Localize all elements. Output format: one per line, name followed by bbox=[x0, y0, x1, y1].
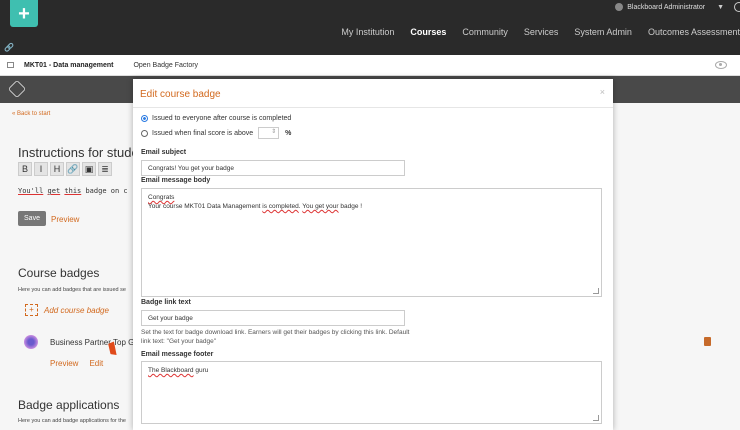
top-header: + Blackboard Administrator ▼ My Institut… bbox=[0, 0, 740, 55]
list-button[interactable]: ≣ bbox=[98, 162, 112, 176]
email-subject-input[interactable]: Congrats! You get your badge bbox=[141, 160, 405, 176]
plus-icon: + bbox=[25, 304, 38, 316]
badge-item: Business Partner Top Guru bbox=[24, 335, 146, 349]
breadcrumb-page: Open Badge Factory bbox=[133, 61, 199, 69]
option-score[interactable]: Issued when final score is above ⇕ % bbox=[141, 127, 291, 139]
course-menu-icon[interactable] bbox=[7, 62, 14, 68]
instructions-heading: Instructions for student bbox=[18, 145, 150, 160]
nav-my-institution[interactable]: My Institution bbox=[341, 27, 394, 37]
dialog-divider bbox=[133, 107, 613, 108]
eye-icon[interactable] bbox=[715, 61, 727, 69]
email-body-line: Congrats bbox=[148, 194, 175, 201]
link-icon[interactable]: 🔗 bbox=[4, 43, 14, 52]
editor-toolbar: B I H 🔗 ▣ ≣ bbox=[18, 162, 112, 176]
radio-score[interactable] bbox=[141, 129, 148, 137]
option-completed-label: Issued to everyone after course is compl… bbox=[152, 115, 292, 122]
badge-preview-link[interactable]: Preview bbox=[50, 359, 78, 368]
badge-link-input[interactable]: Get your badge bbox=[141, 310, 405, 326]
breadcrumb: MKT01 - Data management Open Badge Facto… bbox=[0, 55, 740, 76]
score-stepper[interactable]: ⇕ bbox=[258, 127, 280, 139]
home-logo[interactable]: + bbox=[10, 0, 38, 27]
email-footer-textarea[interactable]: The Blackboard guru bbox=[141, 361, 602, 424]
badge-actions: Preview Edit bbox=[50, 359, 103, 368]
power-icon[interactable] bbox=[734, 2, 740, 12]
heading-button[interactable]: H bbox=[50, 162, 64, 176]
bold-button[interactable]: B bbox=[18, 162, 32, 176]
add-course-badge-label: Add course badge bbox=[44, 305, 109, 315]
body-text: You get your bbox=[302, 203, 339, 210]
email-footer-label: Email message footer bbox=[141, 351, 214, 358]
edit-course-badge-dialog: Edit course badge × Issued to everyone a… bbox=[133, 79, 613, 430]
admin-menu[interactable]: Blackboard Administrator ▼ bbox=[615, 0, 740, 14]
badge-factory-icon bbox=[7, 79, 27, 99]
nav-outcomes-assessment[interactable]: Outcomes Assessment bbox=[648, 27, 740, 37]
badge-applications-description: Here you can add badge applications for … bbox=[18, 418, 126, 424]
badge-icon bbox=[24, 335, 38, 349]
dialog-title: Edit course badge bbox=[140, 89, 221, 100]
trash-icon[interactable] bbox=[704, 337, 711, 346]
editor-word: You'll bbox=[18, 187, 44, 195]
preview-link[interactable]: Preview bbox=[51, 215, 79, 224]
nav-community[interactable]: Community bbox=[462, 27, 508, 37]
percent-label: % bbox=[285, 129, 292, 137]
badge-applications-heading: Badge applications bbox=[18, 398, 120, 412]
email-body-line: Your course MKT01 Data Management is com… bbox=[148, 202, 595, 211]
user-icon bbox=[615, 3, 624, 11]
main-nav: My Institution Courses Community Service… bbox=[341, 27, 740, 37]
save-button[interactable]: Save bbox=[18, 211, 46, 226]
add-course-badge-button[interactable]: + Add course badge bbox=[25, 304, 109, 316]
editor-word: this bbox=[64, 187, 82, 195]
body-text: is completed bbox=[262, 203, 299, 210]
email-body-textarea[interactable]: Congrats Your course MKT01 Data Manageme… bbox=[141, 188, 602, 297]
body-text: badge ! bbox=[338, 203, 363, 210]
option-score-label: Issued when final score is above bbox=[152, 129, 254, 137]
admin-name: Blackboard Administrator bbox=[627, 3, 706, 11]
image-button[interactable]: ▣ bbox=[82, 162, 96, 176]
badge-link-help: Set the text for badge download link. Ea… bbox=[141, 329, 410, 345]
course-badges-description: Here you can add badges that are issued … bbox=[18, 287, 126, 293]
italic-button[interactable]: I bbox=[34, 162, 48, 176]
email-subject-label: Email subject bbox=[141, 149, 187, 156]
nav-services[interactable]: Services bbox=[524, 27, 559, 37]
link-button[interactable]: 🔗 bbox=[66, 162, 80, 176]
caret-down-icon[interactable]: ▼ bbox=[717, 4, 724, 11]
instructions-text[interactable]: You'll get this badge on c bbox=[18, 187, 128, 195]
body-text: Your course MKT01 Data Management bbox=[148, 203, 263, 210]
back-to-start-link[interactable]: « Back to start bbox=[12, 111, 50, 117]
nav-system-admin[interactable]: System Admin bbox=[574, 27, 632, 37]
editor-word: badge on c bbox=[85, 187, 128, 195]
footer-line: The Blackboard guru bbox=[148, 366, 595, 375]
nav-courses[interactable]: Courses bbox=[410, 27, 446, 37]
resize-handle[interactable] bbox=[593, 288, 599, 294]
resize-handle[interactable] bbox=[593, 415, 599, 421]
option-completed[interactable]: Issued to everyone after course is compl… bbox=[141, 115, 291, 122]
close-icon[interactable]: × bbox=[600, 87, 605, 97]
course-badges-heading: Course badges bbox=[18, 266, 100, 280]
email-body-label: Email message body bbox=[141, 177, 211, 184]
breadcrumb-course[interactable]: MKT01 - Data management bbox=[24, 62, 113, 69]
footer-text: guru bbox=[193, 367, 209, 374]
footer-text: The Blackboard bbox=[148, 367, 194, 374]
editor-word: get bbox=[47, 187, 61, 195]
badge-edit-link[interactable]: Edit bbox=[89, 359, 103, 368]
badge-name: Business Partner Top Guru bbox=[50, 337, 146, 347]
badge-link-label: Badge link text bbox=[141, 299, 191, 306]
radio-completed[interactable] bbox=[141, 115, 148, 122]
